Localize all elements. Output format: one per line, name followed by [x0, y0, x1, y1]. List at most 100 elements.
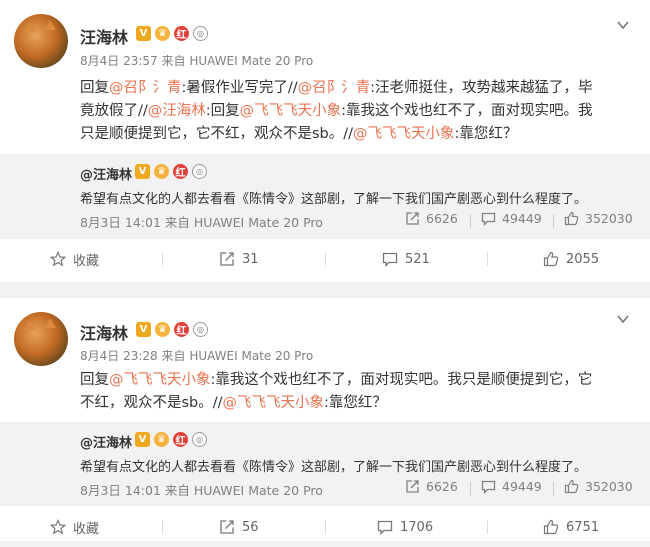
text-line: 竟放假了//@汪海林:回复@飞飞飞天小象:靠我这个戏也红不了，面对现实吧。我: [80, 100, 632, 123]
red-badge-icon[interactable]: 红: [174, 322, 189, 337]
repost-like-count[interactable]: 352030: [564, 479, 633, 494]
repost-time[interactable]: 8月3日 14:01: [80, 215, 161, 230]
comment-icon: [377, 520, 393, 535]
red-badge-icon[interactable]: 红: [173, 164, 188, 179]
star-icon: [50, 251, 66, 267]
like-button[interactable]: 2055: [543, 239, 599, 279]
author-badges: V ♛ 红 ◎: [136, 26, 208, 41]
text-segment: 竟放假了//: [80, 103, 148, 119]
repost-icon: [406, 480, 419, 493]
post-meta: 8月4日 23:57 来自 HUAWEI Mate 20 Pro: [80, 52, 313, 69]
comment-button[interactable]: 521: [382, 239, 430, 279]
post-source: 来自 HUAWEI Mate 20 Pro: [161, 349, 314, 363]
repost-badges: V ♛ 红 ◎: [135, 432, 207, 447]
weibo-post-1: 汪海林 V ♛ 红 ◎ 8月4日 23:57 来自 HUAWEI Mate 20…: [0, 0, 650, 282]
like-button[interactable]: 6751: [543, 507, 599, 547]
author-name[interactable]: 汪海林: [80, 320, 128, 344]
author-badges: V ♛ 红 ◎: [136, 322, 208, 337]
repost-comment-count[interactable]: 49449: [481, 211, 542, 226]
favorite-button[interactable]: 收藏: [50, 239, 99, 279]
comment-icon: [481, 480, 496, 494]
post-text: 回复@召阝氵青:暑假作业写完了//@召阝氵青:汪老师挺住，攻势越来越猛了，毕 竟…: [80, 77, 632, 146]
red-badge-icon[interactable]: 红: [173, 432, 188, 447]
repost-author[interactable]: @汪海林: [80, 432, 132, 451]
text-segment: :暑假作业写完了//: [181, 80, 298, 96]
repost-text: 希望有点文化的人都去看看《陈情令》这部剧，了解一下我们国产剧恶心到什么程度了。: [80, 192, 588, 207]
mention-link[interactable]: @召阝氵青: [109, 80, 182, 96]
repost-author[interactable]: @汪海林: [80, 164, 132, 183]
mention-link[interactable]: @飞飞飞天小象: [223, 395, 325, 411]
crown-icon[interactable]: ♛: [154, 164, 169, 179]
like-icon: [543, 251, 559, 267]
text-line: 只是顺便提到它，它不红，观众不是sb。//@飞飞飞天小象:靠您红？: [80, 123, 632, 146]
repost-text: 希望有点文化的人都去看看《陈情令》这部剧，了解一下我们国产剧恶心到什么程度了。: [80, 460, 588, 475]
text-segment: 回复: [80, 80, 109, 96]
medal-icon[interactable]: ◎: [193, 322, 208, 337]
repost-meta: 8月3日 14:01 来自 HUAWEI Mate 20 Pro: [80, 480, 323, 499]
text-segment: 不红，观众不是sb。//: [80, 395, 223, 411]
chevron-down-icon[interactable]: [616, 312, 630, 326]
repost-icon: [220, 520, 234, 534]
text-segment: :靠您红？: [324, 395, 387, 411]
repost-repost-count[interactable]: 6626: [405, 479, 458, 494]
text-segment: :靠我这个戏也红不了，面对现实吧。我只是顺便提到它，它: [210, 372, 593, 388]
crown-icon[interactable]: ♛: [155, 322, 170, 337]
avatar[interactable]: [14, 312, 68, 366]
medal-icon[interactable]: ◎: [192, 164, 207, 179]
medal-icon[interactable]: ◎: [193, 26, 208, 41]
text-line: 不红，观众不是sb。//@飞飞飞天小象:靠您红？: [80, 392, 632, 415]
repost-repost-count[interactable]: 6626: [405, 211, 458, 226]
author-name[interactable]: 汪海林: [80, 24, 128, 48]
post-source: 来自 HUAWEI Mate 20 Pro: [161, 54, 314, 68]
verified-icon[interactable]: V: [135, 164, 150, 179]
verified-icon[interactable]: V: [135, 432, 150, 447]
comment-icon: [481, 212, 496, 226]
repost-comment-count[interactable]: 49449: [481, 479, 542, 494]
mention-link[interactable]: @飞飞飞天小象: [240, 103, 342, 119]
repost-source: 来自 HUAWEI Mate 20 Pro: [164, 215, 323, 230]
repost-time[interactable]: 8月3日 14:01: [80, 483, 161, 498]
post-meta: 8月4日 23:28 来自 HUAWEI Mate 20 Pro: [80, 347, 313, 364]
repost-like-count[interactable]: 352030: [564, 211, 633, 226]
mention-link[interactable]: @飞飞飞天小象: [109, 372, 211, 388]
crown-icon[interactable]: ♛: [155, 26, 170, 41]
mention-link[interactable]: @召阝氵青: [298, 80, 371, 96]
like-icon: [543, 519, 559, 535]
repost-button[interactable]: 31: [219, 239, 259, 279]
action-bar: 收藏 56 1706 6751: [0, 507, 650, 547]
like-icon: [564, 211, 579, 226]
mention-link[interactable]: @汪海林: [148, 103, 206, 119]
text-segment: 回复: [80, 372, 109, 388]
text-segment: :靠我这个戏也红不了，面对现实吧。我: [341, 103, 593, 119]
text-segment: :靠您红？: [454, 126, 518, 142]
crown-icon[interactable]: ♛: [154, 432, 169, 447]
verified-icon[interactable]: V: [136, 26, 151, 41]
repost-icon: [220, 252, 234, 266]
like-icon: [564, 479, 579, 494]
comment-icon: [382, 252, 398, 267]
repost-icon: [406, 212, 419, 225]
text-segment: :回复: [205, 103, 240, 119]
mention-link[interactable]: @飞飞飞天小象: [353, 126, 455, 142]
reposted-card[interactable]: @汪海林 V ♛ 红 ◎ 希望有点文化的人都去看看《陈情令》这部剧，了解一下我们…: [0, 422, 650, 506]
text-segment: :汪老师挺住，攻势越来越猛了，毕: [370, 80, 593, 96]
repost-meta: 8月3日 14:01 来自 HUAWEI Mate 20 Pro: [80, 212, 323, 231]
text-line: 回复@召阝氵青:暑假作业写完了//@召阝氵青:汪老师挺住，攻势越来越猛了，毕: [80, 77, 632, 100]
post-text: 回复@飞飞飞天小象:靠我这个戏也红不了，面对现实吧。我只是顺便提到它，它 不红，…: [80, 369, 632, 415]
repost-source: 来自 HUAWEI Mate 20 Pro: [164, 483, 323, 498]
post-time[interactable]: 8月4日 23:28: [80, 349, 158, 363]
post-time[interactable]: 8月4日 23:57: [80, 54, 158, 68]
verified-icon[interactable]: V: [136, 322, 151, 337]
repost-badges: V ♛ 红 ◎: [135, 164, 207, 179]
reposted-card[interactable]: @汪海林 V ♛ 红 ◎ 希望有点文化的人都去看看《陈情令》这部剧，了解一下我们…: [0, 154, 650, 239]
text-segment: 只是顺便提到它，它不红，观众不是sb。//: [80, 126, 354, 142]
favorite-button[interactable]: 收藏: [50, 507, 99, 547]
chevron-down-icon[interactable]: [616, 18, 630, 32]
star-icon: [50, 519, 66, 535]
repost-button[interactable]: 56: [219, 507, 259, 547]
medal-icon[interactable]: ◎: [192, 432, 207, 447]
action-bar: 收藏 31 521 2055: [0, 239, 650, 279]
red-badge-icon[interactable]: 红: [174, 26, 189, 41]
avatar[interactable]: [14, 14, 68, 68]
comment-button[interactable]: 1706: [377, 507, 433, 547]
